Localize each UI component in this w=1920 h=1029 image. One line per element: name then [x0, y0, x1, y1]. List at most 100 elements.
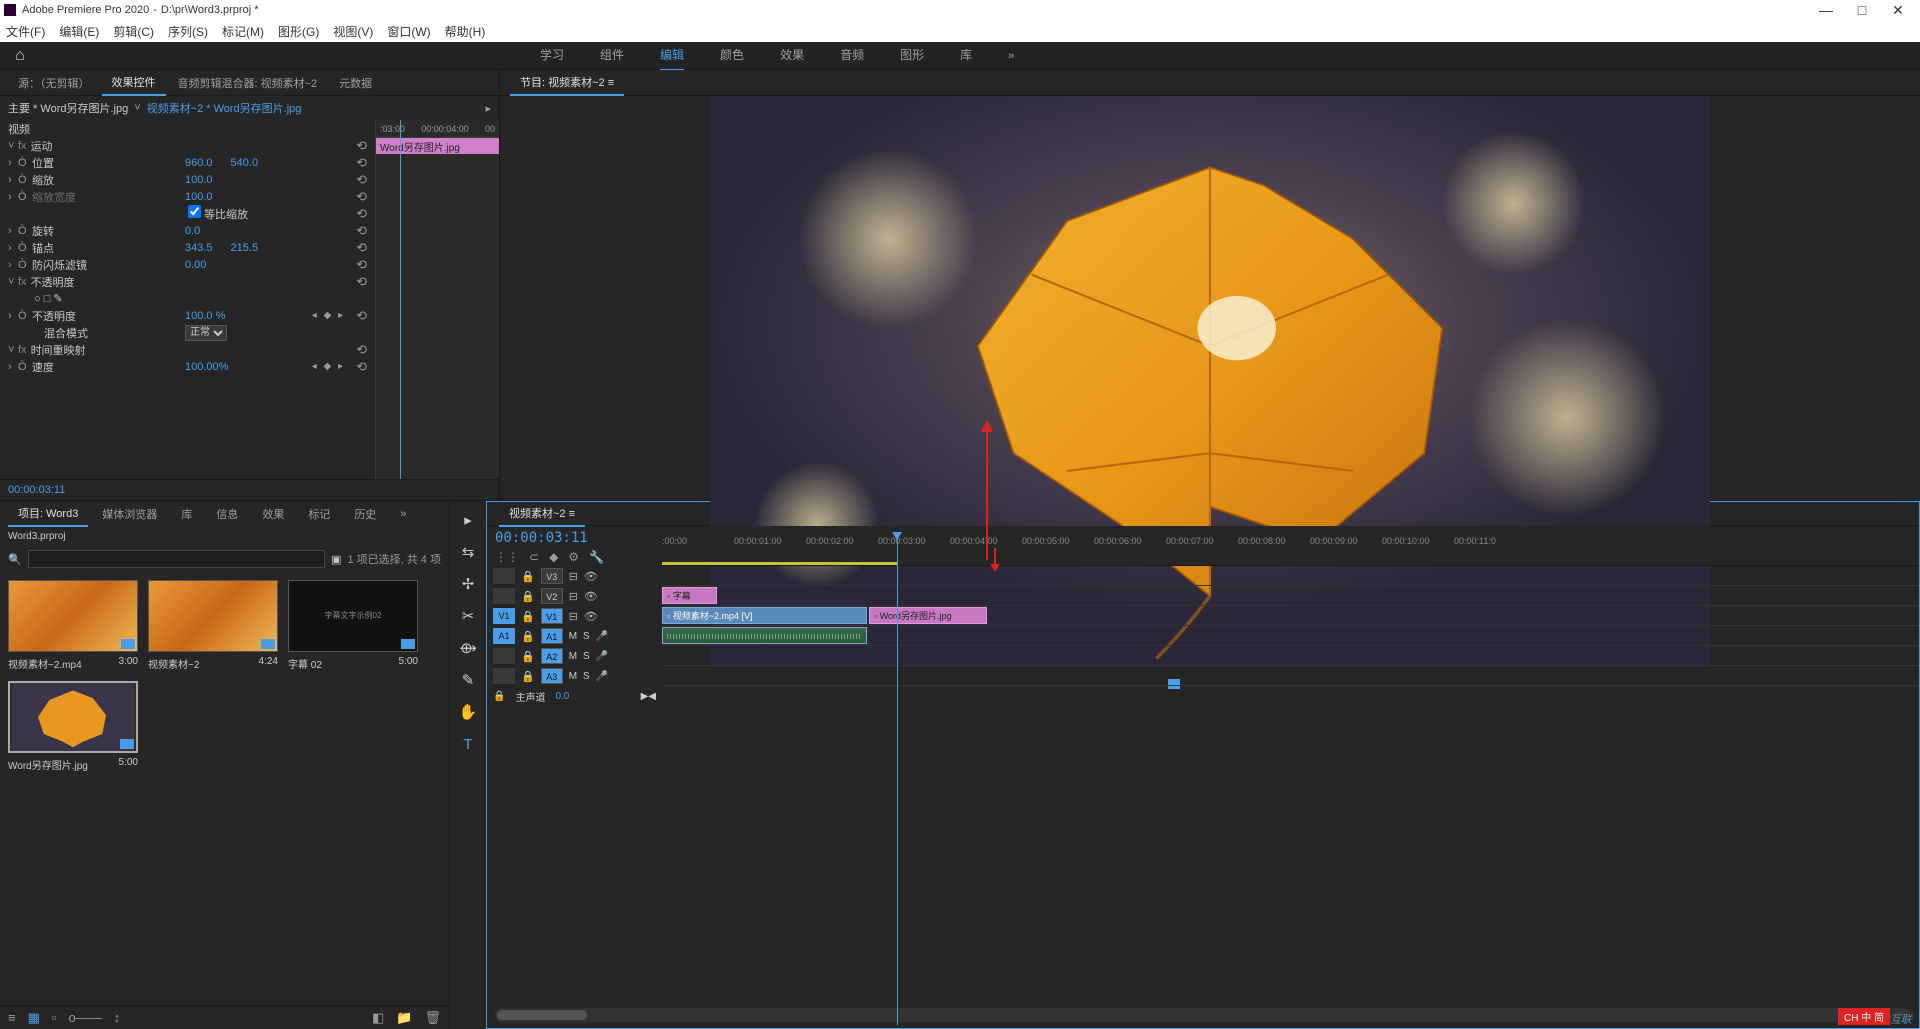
property-旋转[interactable]: ›Ò旋转0.0⟲ [0, 222, 375, 239]
type-tool[interactable]: T [457, 733, 479, 755]
menu-graphics[interactable]: 图形(G) [278, 23, 319, 40]
property-不透明度[interactable]: ›Ò不透明度100.0 %◂ ◆ ▸⟲ [0, 307, 375, 324]
tab-info[interactable]: 信息 [206, 502, 248, 526]
marker-add-icon[interactable]: ◆ [549, 550, 558, 564]
trash-icon[interactable]: 🗑 [424, 1010, 441, 1026]
ripple-tool[interactable]: ✢ [457, 573, 479, 595]
menu-markers[interactable]: 标记(M) [222, 23, 264, 40]
property-防闪烁滤镜[interactable]: ›Ò防闪烁滤镜0.00⟲ [0, 256, 375, 273]
keyframe-area[interactable]: :03:00 00:00:04:00 00 Word另存图片.jpg [375, 120, 499, 479]
bin-item[interactable]: 字幕文字示例02字幕 025:00 [288, 580, 418, 671]
work-area-bar[interactable] [662, 562, 897, 565]
wrench-icon-tl[interactable]: 🔧 [589, 550, 604, 564]
timeline-tracks-area[interactable]: ▫ 字幕 ▫ 视频素材~2.mp4 [V]▫ Word另存图片.jpg [662, 566, 1919, 1002]
tab-effect-controls[interactable]: 效果控件 [102, 70, 166, 96]
clip[interactable]: ▫ Word另存图片.jpg [869, 607, 987, 624]
effect-时间重映射[interactable]: ˅fx时间重映射⟲ [0, 341, 375, 358]
list-view-icon[interactable]: ≡ [8, 1010, 16, 1025]
property-缩放宽度[interactable]: ›Ò缩放宽度100.0⟲ [0, 188, 375, 205]
menu-file[interactable]: 文件(F) [6, 23, 45, 40]
clip[interactable]: ▫ 视频素材~2.mp4 [V] [662, 607, 867, 624]
video-track-head-V1[interactable]: V1🔒V1⊟👁 [487, 606, 662, 626]
audio-track-head-A2[interactable]: 🔒A2MS🎤 [487, 646, 662, 666]
menu-edit[interactable]: 编辑(E) [59, 23, 99, 40]
play-arrow-icon[interactable]: ▸ [485, 102, 491, 115]
workspace-audio[interactable]: 音频 [840, 40, 864, 71]
video-track-V2[interactable]: ▫ 字幕 [662, 586, 1919, 606]
audio-track-A3[interactable] [662, 666, 1919, 686]
tab-audio-mixer[interactable]: 音频剪辑混合器: 视频素材~2 [168, 71, 328, 95]
blend-mode-select[interactable]: 混合模式正常 [0, 324, 375, 341]
audio-track-A2[interactable] [662, 646, 1919, 666]
workspace-libraries[interactable]: 库 [960, 40, 972, 71]
new-item-icon[interactable]: ◧ [372, 1010, 384, 1026]
checkbox-uniform-scale[interactable]: 等比缩放⟲ [0, 205, 375, 222]
timeline-zoom-scroll[interactable] [495, 1008, 1911, 1022]
video-track-V1[interactable]: ▫ 视频素材~2.mp4 [V]▫ Word另存图片.jpg [662, 606, 1919, 626]
workspace-overflow[interactable]: » [1008, 50, 1014, 62]
audio-track-head-A3[interactable]: 🔒A3MS🎤 [487, 666, 662, 686]
icon-view-icon[interactable]: ▦ [28, 1010, 40, 1026]
tab-history[interactable]: 历史 [344, 502, 386, 526]
bin-item[interactable]: 视频素材~24:24 [148, 580, 278, 671]
property-缩放[interactable]: ›Ò缩放100.0⟲ [0, 171, 375, 188]
bin-icon[interactable]: ▣ [331, 553, 341, 566]
video-track-head-V3[interactable]: 🔒V3⊟👁 [487, 566, 662, 586]
audio-track-A1[interactable] [662, 626, 1919, 646]
audio-track-head-A1[interactable]: A1🔒A1MS🎤 [487, 626, 662, 646]
chevron-down-icon[interactable]: ˅ [134, 102, 140, 114]
project-bins[interactable]: 视频素材~2.mp43:00视频素材~24:24字幕文字示例02字幕 025:0… [0, 572, 449, 1005]
snap-icon[interactable]: ⋮⋮ [495, 550, 519, 564]
menu-help[interactable]: 帮助(H) [445, 23, 486, 40]
project-search-input[interactable] [28, 550, 325, 568]
workspace-graphics[interactable]: 图形 [900, 40, 924, 71]
timeline-timecode[interactable]: 00:00:03:11 [495, 530, 654, 546]
selection-tool[interactable]: ▸ [457, 509, 479, 531]
audio-clip[interactable] [662, 627, 867, 644]
close-button[interactable]: ✕ [1880, 0, 1916, 20]
slip-tool[interactable]: ⟴ [457, 637, 479, 659]
menu-sequence[interactable]: 序列(S) [168, 23, 208, 40]
menu-view[interactable]: 视图(V) [333, 23, 373, 40]
property-位置[interactable]: ›Ò位置960.0540.0⟲ [0, 154, 375, 171]
bin-item[interactable]: 视频素材~2.mp43:00 [8, 580, 138, 671]
linked-selection-icon[interactable]: ⊂ [529, 550, 539, 564]
workspace-editing[interactable]: 编辑 [660, 40, 684, 71]
property-锚点[interactable]: ›Ò锚点343.5215.5⟲ [0, 239, 375, 256]
tab-markers-bottom[interactable]: 标记 [298, 502, 340, 526]
sequence-clip-path[interactable]: 视频素材~2 * Word另存图片.jpg [147, 100, 302, 116]
minimize-button[interactable]: — [1808, 0, 1844, 20]
clip[interactable]: ▫ 字幕 [662, 587, 717, 604]
master-track-head[interactable]: 🔒主声道0.0▶◀ [487, 686, 662, 706]
sort-icon[interactable]: ↕ [114, 1010, 121, 1025]
maximize-button[interactable]: □ [1844, 0, 1880, 20]
tab-libraries-bottom[interactable]: 库 [171, 502, 202, 526]
effect-运动[interactable]: ˅fx运动⟲ [0, 137, 375, 154]
workspace-assembly[interactable]: 组件 [600, 40, 624, 71]
effect-不透明度[interactable]: ˅fx不透明度⟲ [0, 273, 375, 290]
workspace-color[interactable]: 颜色 [720, 40, 744, 71]
mask-tools[interactable]: ○ □ ✎ [0, 290, 375, 307]
menu-clip[interactable]: 剪辑(C) [113, 23, 154, 40]
bin-item[interactable]: Word另存图片.jpg5:00 [8, 681, 138, 772]
timeline-playhead[interactable] [897, 532, 898, 1025]
freeform-view-icon[interactable]: ▫ [52, 1010, 57, 1025]
new-bin-icon[interactable]: 📁 [396, 1010, 412, 1026]
mini-playhead[interactable] [400, 120, 401, 479]
tab-media-browser[interactable]: 媒体浏览器 [92, 502, 167, 526]
tab-metadata[interactable]: 元数据 [329, 71, 382, 95]
home-icon[interactable]: ⌂ [0, 47, 40, 65]
hand-tool[interactable]: ✋ [457, 701, 479, 723]
menu-window[interactable]: 窗口(W) [387, 23, 430, 40]
tab-overflow[interactable]: » [390, 504, 416, 524]
tab-effects-bottom[interactable]: 效果 [252, 502, 294, 526]
property-速度[interactable]: ›Ò速度100.00%◂ ◆ ▸⟲ [0, 358, 375, 375]
workspace-learn[interactable]: 学习 [540, 40, 564, 71]
video-track-head-V2[interactable]: 🔒V2⊟👁 [487, 586, 662, 606]
razor-tool[interactable]: ✂ [457, 605, 479, 627]
timeline-tab[interactable]: 视频素材~2 ≡ [499, 501, 585, 527]
track-select-tool[interactable]: ⇆ [457, 541, 479, 563]
settings-icon[interactable]: ⚙ [568, 550, 579, 564]
workspace-effects[interactable]: 效果 [780, 40, 804, 71]
thumb-slider[interactable]: o—— [69, 1010, 102, 1025]
